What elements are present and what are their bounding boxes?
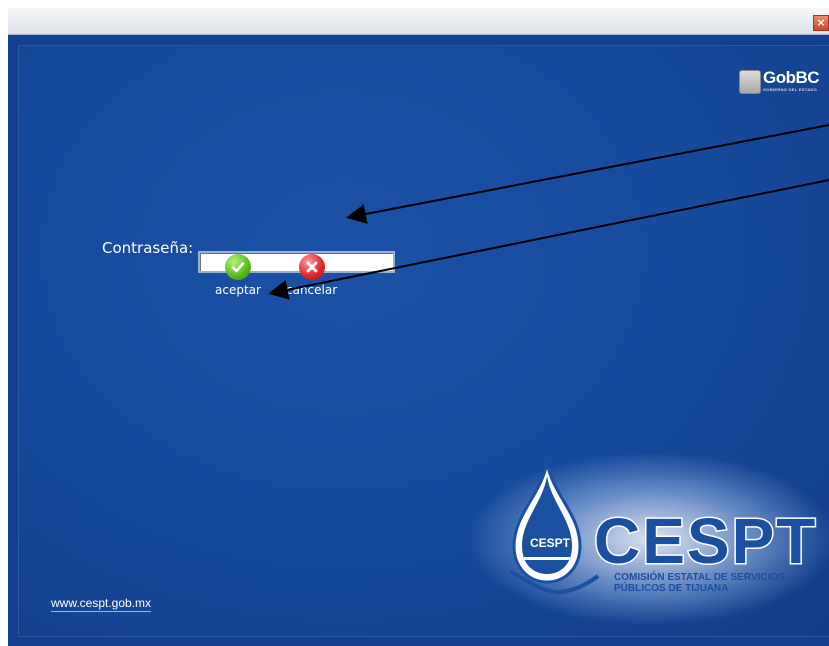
cespt-subtitle: COMISIÓN ESTATAL DE SERVICIOS PÚBLICOS D… (614, 572, 785, 594)
accept-button[interactable]: aceptar (215, 254, 261, 297)
website-link[interactable]: www.cespt.gob.mx (51, 596, 152, 612)
cespt-subtitle-line2: PÚBLICOS DE TIJUANA (614, 583, 729, 594)
window-titlebar: × (8, 8, 829, 35)
checkmark-icon (224, 254, 251, 280)
gobbc-logo-text: GobBC (763, 68, 820, 87)
password-label: Contraseña: (102, 239, 194, 257)
close-button[interactable]: × (813, 15, 829, 31)
accept-label: aceptar (215, 283, 261, 297)
cancel-label: cancelar (286, 283, 338, 297)
cancel-x-icon (298, 254, 325, 280)
gobbc-logo-subtext: GOBIERNO DEL ESTADO (763, 87, 818, 92)
close-icon: × (816, 16, 826, 29)
water-drop-hand-icon (509, 461, 600, 595)
login-window: GobBC GOBIERNO DEL ESTADO Contraseña: ac… (8, 35, 829, 646)
gobbc-logo: GobBC GOBIERNO DEL ESTADO (739, 68, 829, 98)
state-seal-icon (739, 70, 761, 94)
drop-logo-text: CESPT (530, 536, 571, 550)
cespt-subtitle-line1: COMISIÓN ESTATAL DE SERVICIOS (614, 572, 785, 583)
cespt-wordmark: CESPT (592, 504, 818, 579)
cespt-logo: CESPT CESPT COMISIÓN ESTATAL DE SERVICIO… (472, 454, 829, 624)
login-panel: GobBC GOBIERNO DEL ESTADO Contraseña: ac… (18, 45, 829, 637)
cancel-button[interactable]: cancelar (286, 254, 337, 297)
